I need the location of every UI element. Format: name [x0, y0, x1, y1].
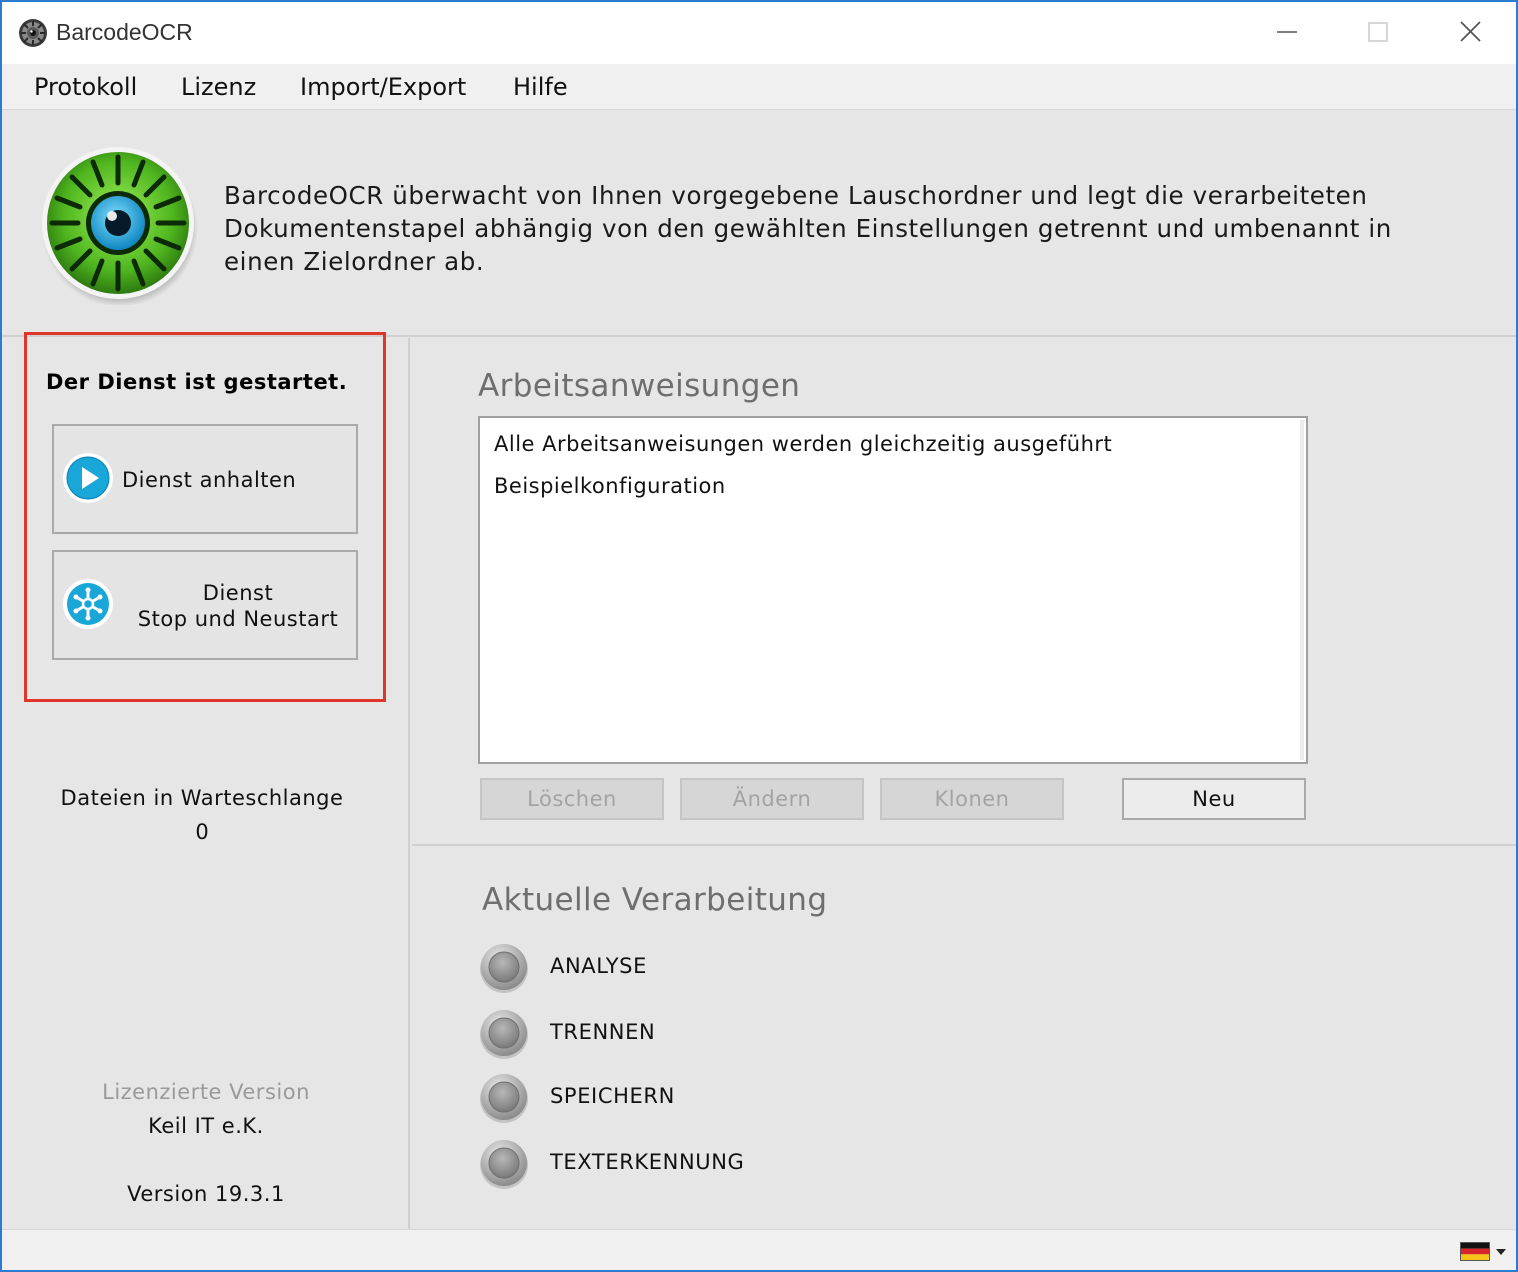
menu-hilfe[interactable]: Hilfe [513, 73, 568, 101]
restart-label-line2: Stop und Neustart [137, 607, 339, 631]
app-window: BarcodeOCR Protokoll Lizenz Import/Expor… [0, 0, 1518, 1272]
close-icon[interactable] [1440, 10, 1500, 56]
edit-button[interactable]: Ändern [680, 778, 864, 820]
restart-service-button[interactable]: Dienst Stop und Neustart [52, 550, 358, 660]
work-instructions-panel: Arbeitsanweisungen Alle Arbeitsanweisung… [412, 338, 1516, 846]
chevron-down-icon[interactable] [1496, 1249, 1506, 1255]
license-owner: Keil IT e.K. [148, 1114, 264, 1138]
new-button[interactable]: Neu [1122, 778, 1306, 820]
step-label: TEXTERKENNUNG [550, 1150, 745, 1174]
snowflake-restart-icon [63, 579, 113, 629]
list-scrollbar[interactable] [1300, 420, 1304, 760]
app-description: BarcodeOCR überwacht von Ihnen vorgegebe… [224, 181, 1392, 276]
menu-import-export[interactable]: Import/Export [300, 73, 466, 101]
queue-label: Dateien in Warteschlange [60, 786, 344, 810]
eye-logo-icon [42, 147, 198, 305]
menu-bar: Protokoll Lizenz Import/Export Hilfe [2, 64, 1516, 110]
processing-panel: Aktuelle Verarbeitung ANALYSE TRENNEN SP… [412, 848, 1516, 1229]
status-led-icon [480, 1010, 528, 1059]
play-icon [63, 453, 113, 503]
restart-service-label: Dienst Stop und Neustart [122, 580, 354, 632]
service-status: Der Dienst ist gestartet. [46, 370, 348, 394]
delete-button[interactable]: Löschen [480, 778, 664, 820]
restart-label-line1: Dienst [202, 581, 274, 605]
step-label: ANALYSE [550, 954, 647, 978]
service-panel: Der Dienst ist gestartet. Dienst anhalte… [2, 332, 410, 1229]
status-bar [2, 1229, 1516, 1270]
step-label: SPEICHERN [550, 1084, 675, 1108]
status-led-icon [480, 944, 528, 993]
app-eye-icon [19, 19, 47, 47]
processing-title: Aktuelle Verarbeitung [482, 882, 828, 918]
minimize-icon[interactable] [1256, 10, 1316, 56]
version-text: Version 19.3.1 [127, 1182, 285, 1206]
window-title: BarcodeOCR [56, 19, 193, 45]
stop-service-label: Dienst anhalten [122, 468, 297, 492]
title-bar: BarcodeOCR [2, 2, 1516, 64]
maximize-icon[interactable] [1348, 10, 1408, 56]
german-flag-icon[interactable] [1460, 1242, 1490, 1261]
work-instructions-list[interactable]: Alle Arbeitsanweisungen werden gleichzei… [478, 416, 1308, 764]
menu-protokoll[interactable]: Protokoll [34, 73, 137, 101]
status-led-icon [480, 1140, 528, 1189]
stop-service-button[interactable]: Dienst anhalten [52, 424, 358, 534]
list-item[interactable]: Alle Arbeitsanweisungen werden gleichzei… [494, 432, 1112, 456]
step-label: TRENNEN [550, 1020, 656, 1044]
list-item[interactable]: Beispielkonfiguration [494, 474, 726, 498]
work-instructions-title: Arbeitsanweisungen [478, 368, 801, 404]
status-led-icon [480, 1074, 528, 1123]
clone-button[interactable]: Klonen [880, 778, 1064, 820]
header: BarcodeOCR überwacht von Ihnen vorgegebe… [2, 111, 1516, 337]
queue-count: 0 [195, 820, 209, 844]
menu-lizenz[interactable]: Lizenz [181, 73, 256, 101]
license-label: Lizenzierte Version [102, 1080, 310, 1104]
